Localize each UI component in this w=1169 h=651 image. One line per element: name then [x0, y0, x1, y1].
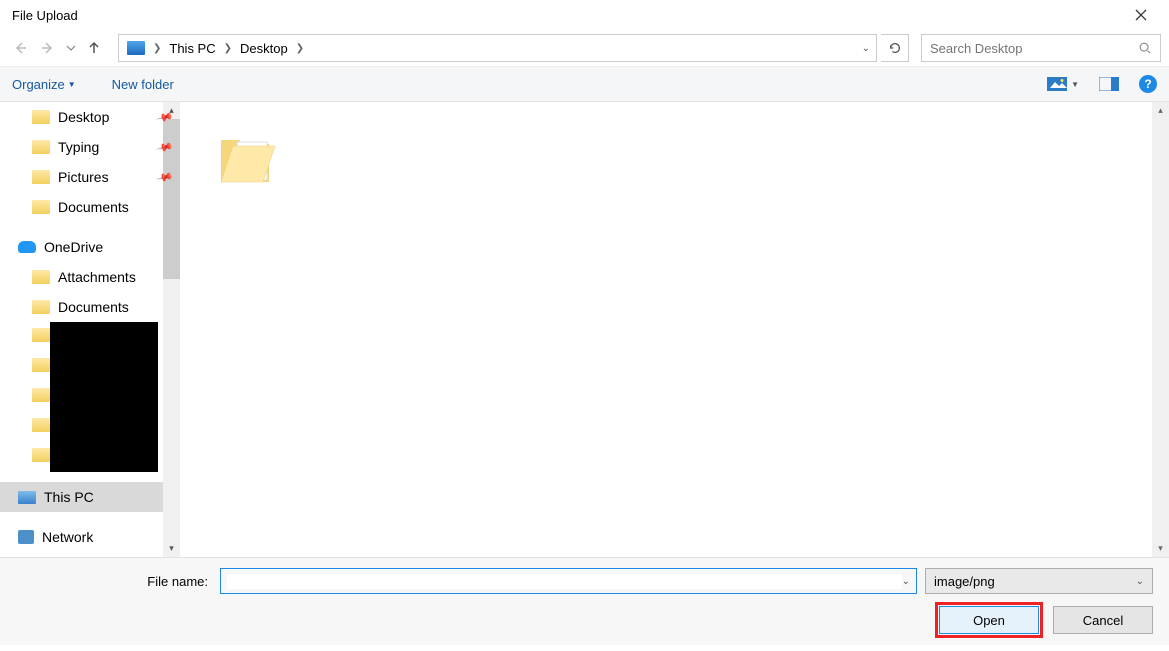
sidebar-item-network[interactable]: Network — [0, 522, 180, 552]
sidebar-item-label: OneDrive — [44, 239, 103, 255]
network-icon — [18, 530, 34, 544]
open-button[interactable]: Open — [939, 606, 1039, 634]
sidebar-item-desktop[interactable]: Desktop 📌 — [0, 102, 180, 132]
file-list[interactable]: ▴ ▾ — [180, 102, 1169, 557]
sidebar-item-label: Desktop — [58, 109, 109, 125]
footer: File name: ⌄ image/png ⌄ Open Cancel — [0, 557, 1169, 645]
new-folder-button[interactable]: New folder — [112, 77, 174, 92]
titlebar: File Upload — [0, 0, 1169, 30]
sidebar-item-pictures[interactable]: Pictures 📌 — [0, 162, 180, 192]
file-type-filter[interactable]: image/png ⌄ — [925, 568, 1153, 594]
help-button[interactable]: ? — [1139, 75, 1157, 93]
refresh-icon — [888, 41, 902, 55]
sidebar-item-attachments[interactable]: Attachments — [0, 262, 180, 292]
breadcrumb-root[interactable]: ❯ This PC ❯ — [125, 41, 238, 56]
organize-label: Organize — [12, 77, 65, 92]
scroll-up-icon[interactable]: ▴ — [1152, 102, 1169, 119]
close-icon — [1135, 9, 1147, 21]
chevron-right-icon: ❯ — [224, 43, 232, 54]
folder-icon — [32, 388, 50, 402]
folder-icon — [32, 418, 50, 432]
chevron-down-icon: ▼ — [68, 80, 76, 89]
search-input[interactable] — [930, 41, 1138, 56]
chevron-down-icon — [66, 43, 76, 53]
organize-bar: Organize ▼ New folder ▼ ? — [0, 66, 1169, 102]
view-menu[interactable]: ▼ — [1047, 77, 1079, 91]
folder-icon — [32, 328, 50, 342]
redacted-block — [50, 322, 158, 472]
arrow-right-icon — [40, 40, 56, 56]
new-folder-label: New folder — [112, 77, 174, 92]
folder-icon — [32, 110, 50, 124]
folder-icon — [213, 122, 283, 192]
breadcrumb-leaf[interactable]: Desktop ❯ — [238, 41, 310, 56]
file-type-label: image/png — [934, 574, 995, 589]
navigation-pane[interactable]: ▴ ▾ Desktop 📌 Typing 📌 Pictures 📌 Docume… — [0, 102, 180, 557]
folder-icon — [32, 448, 50, 462]
arrow-up-icon — [86, 40, 102, 56]
chevron-down-icon: ▼ — [1071, 80, 1079, 89]
folder-item[interactable] — [208, 122, 288, 222]
breadcrumb-leaf-label: Desktop — [240, 41, 288, 56]
preview-pane-icon[interactable] — [1099, 77, 1119, 91]
folder-icon — [32, 170, 50, 184]
cancel-button-label: Cancel — [1083, 613, 1123, 628]
cancel-button[interactable]: Cancel — [1053, 606, 1153, 634]
folder-icon — [32, 358, 50, 372]
sidebar-item-label: Documents — [58, 199, 129, 215]
main-area: ▴ ▾ Desktop 📌 Typing 📌 Pictures 📌 Docume… — [0, 102, 1169, 557]
onedrive-icon — [18, 241, 36, 253]
help-icon: ? — [1144, 77, 1151, 91]
window-title: File Upload — [8, 8, 1121, 23]
search-icon — [1138, 41, 1152, 55]
chevron-down-icon[interactable]: ⌄ — [862, 43, 870, 54]
sidebar-item-documents-od[interactable]: Documents — [0, 292, 180, 322]
chevron-right-icon: ❯ — [153, 43, 161, 54]
refresh-button[interactable] — [881, 34, 909, 62]
thispc-icon — [127, 41, 145, 55]
back-button[interactable] — [8, 36, 32, 60]
folder-icon — [32, 270, 50, 284]
sidebar-item-onedrive[interactable]: OneDrive — [0, 232, 180, 262]
navbar: ❯ This PC ❯ Desktop ❯ ⌄ — [0, 30, 1169, 66]
chevron-down-icon: ⌄ — [1136, 576, 1144, 587]
sidebar-item-documents[interactable]: Documents — [0, 192, 180, 222]
picture-icon — [1047, 77, 1067, 91]
organize-menu[interactable]: Organize ▼ — [12, 77, 76, 92]
forward-button[interactable] — [36, 36, 60, 60]
sidebar-item-label: This PC — [44, 489, 94, 505]
up-button[interactable] — [82, 36, 106, 60]
search-box[interactable] — [921, 34, 1161, 62]
recent-dropdown[interactable] — [64, 36, 78, 60]
address-bar[interactable]: ❯ This PC ❯ Desktop ❯ ⌄ — [118, 34, 877, 62]
thispc-icon — [18, 491, 36, 504]
open-button-label: Open — [973, 613, 1005, 628]
close-button[interactable] — [1121, 0, 1161, 30]
sidebar-item-label: Pictures — [58, 169, 109, 185]
sidebar-item-label: Network — [42, 529, 93, 545]
filename-field[interactable]: ⌄ — [220, 568, 917, 594]
breadcrumb-root-label: This PC — [169, 41, 215, 56]
sidebar-item-label: Documents — [58, 299, 129, 315]
folder-icon — [32, 300, 50, 314]
filename-input[interactable] — [227, 574, 902, 589]
sidebar-item-label: Typing — [58, 139, 99, 155]
scroll-down-icon[interactable]: ▾ — [163, 540, 180, 557]
sidebar-item-typing[interactable]: Typing 📌 — [0, 132, 180, 162]
content-scrollbar[interactable]: ▴ ▾ — [1152, 102, 1169, 557]
scroll-down-icon[interactable]: ▾ — [1152, 540, 1169, 557]
chevron-down-icon[interactable]: ⌄ — [902, 576, 910, 587]
arrow-left-icon — [12, 40, 28, 56]
filename-label: File name: — [16, 574, 212, 589]
folder-icon — [32, 140, 50, 154]
sidebar-item-label: Attachments — [58, 269, 136, 285]
sidebar-item-thispc[interactable]: This PC — [0, 482, 180, 512]
folder-icon — [32, 200, 50, 214]
chevron-right-icon: ❯ — [296, 43, 304, 54]
